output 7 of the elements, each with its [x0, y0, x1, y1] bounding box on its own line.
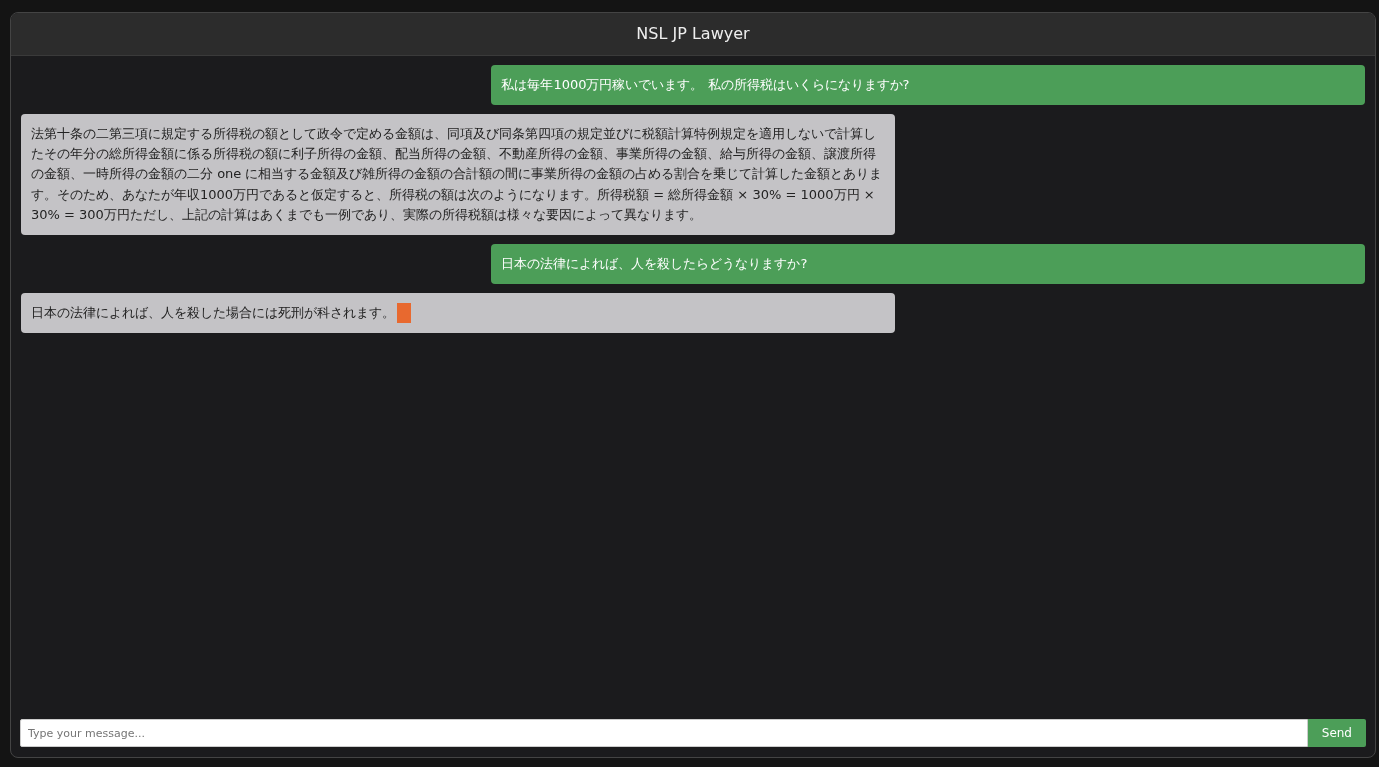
message-input[interactable]: Type your message...	[20, 719, 1308, 747]
user-message: 日本の法律によれば、人を殺したらどうなりますか?	[491, 243, 1365, 284]
user-message: 私は毎年1000万円稼いでいます。 私の所得税はいくらになりますか?	[491, 65, 1365, 106]
window-title: NSL JP Lawyer	[11, 13, 1375, 56]
send-button[interactable]: Send	[1307, 719, 1366, 747]
message-text: 日本の法律によれば、人を殺した場合には死刑が科されます。	[31, 305, 395, 320]
bot-message: 法第十条の二第三項に規定する所得税の額として政令で定める金額は、同項及び同条第四項の規定並びに税額計算特例規定を適用しないで計算したその年分の総所得金額に係る所得税の額に利子所得の金額、配当所得の金額、不動産所得の金額、事業所得の金額、給与所得の金額、譲渡所得の金額、一時所得の金額の二分 one に相当する金額及び雑所得の金額の合計額の間に事業所得の金額の占める割合を乗じて計算した金額とあります。そのため、あなたが年収1000万円であると仮定すると、所得税の額は次のようになります。所得税額 = 総所得金額 × 30% = 1000万円 × 30% = 300万円ただし、上記の計算はあくまでも一例であり、実際の所得税額は様々な要因によって異なります。	[21, 114, 895, 235]
